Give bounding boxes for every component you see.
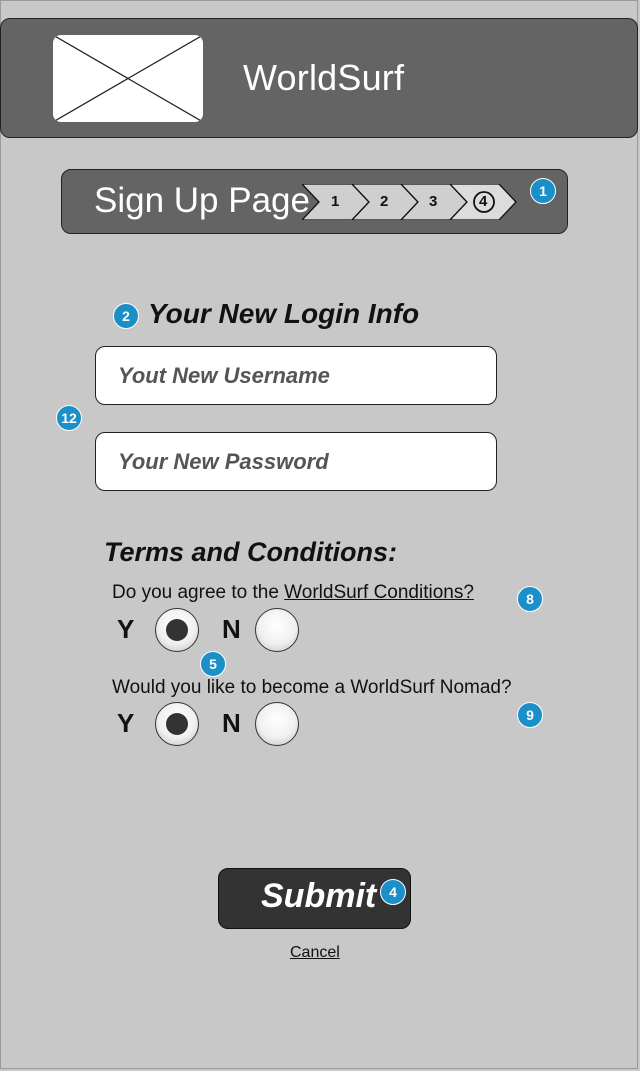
step-2-label: 2 bbox=[380, 193, 389, 210]
cancel-link[interactable]: Cancel bbox=[290, 944, 340, 962]
q2-yes-radio[interactable] bbox=[155, 702, 199, 746]
q2-no-label: N bbox=[222, 708, 241, 738]
conditions-question: Do you agree to the WorldSurf Conditions… bbox=[112, 582, 474, 604]
page-title: Sign Up Page bbox=[94, 181, 310, 220]
login-info-heading: Your New Login Info bbox=[148, 298, 420, 329]
conditions-link[interactable]: WorldSurf Conditions? bbox=[284, 582, 474, 603]
annotation-badge-1: 1 bbox=[530, 178, 556, 204]
annotation-badge-9: 9 bbox=[517, 702, 543, 728]
annotation-badge-12: 12 bbox=[56, 405, 82, 431]
q2-no-radio[interactable] bbox=[255, 702, 299, 746]
password-input[interactable] bbox=[95, 432, 497, 491]
q1-yes-label: Y bbox=[117, 614, 135, 644]
q1-yes-radio[interactable] bbox=[155, 608, 199, 652]
step-3-label: 3 bbox=[429, 193, 438, 210]
submit-label: Submit bbox=[261, 877, 377, 915]
annotation-badge-4: 4 bbox=[380, 879, 406, 905]
radio-selected-dot bbox=[166, 619, 188, 641]
q1-no-radio[interactable] bbox=[255, 608, 299, 652]
image-placeholder-icon bbox=[53, 35, 203, 122]
username-input[interactable] bbox=[95, 346, 497, 405]
annotation-badge-2: 2 bbox=[113, 303, 139, 329]
conditions-question-text: Do you agree to the bbox=[112, 582, 285, 603]
annotation-badge-8: 8 bbox=[517, 586, 543, 612]
app-title: WorldSurf bbox=[243, 57, 405, 98]
nomad-question: Would you like to become a WorldSurf Nom… bbox=[112, 677, 512, 698]
step-1-label: 1 bbox=[331, 193, 340, 210]
q1-no-label: N bbox=[222, 614, 241, 644]
radio-selected-dot bbox=[166, 713, 188, 735]
app-header: WorldSurf bbox=[0, 18, 638, 138]
annotation-badge-5: 5 bbox=[200, 651, 226, 677]
terms-heading: Terms and Conditions: bbox=[104, 537, 398, 567]
signup-step-bar: Sign Up Page 1 2 3 4 bbox=[61, 169, 568, 234]
q2-yes-label: Y bbox=[117, 708, 135, 738]
step-4-label: 4 bbox=[479, 193, 488, 210]
